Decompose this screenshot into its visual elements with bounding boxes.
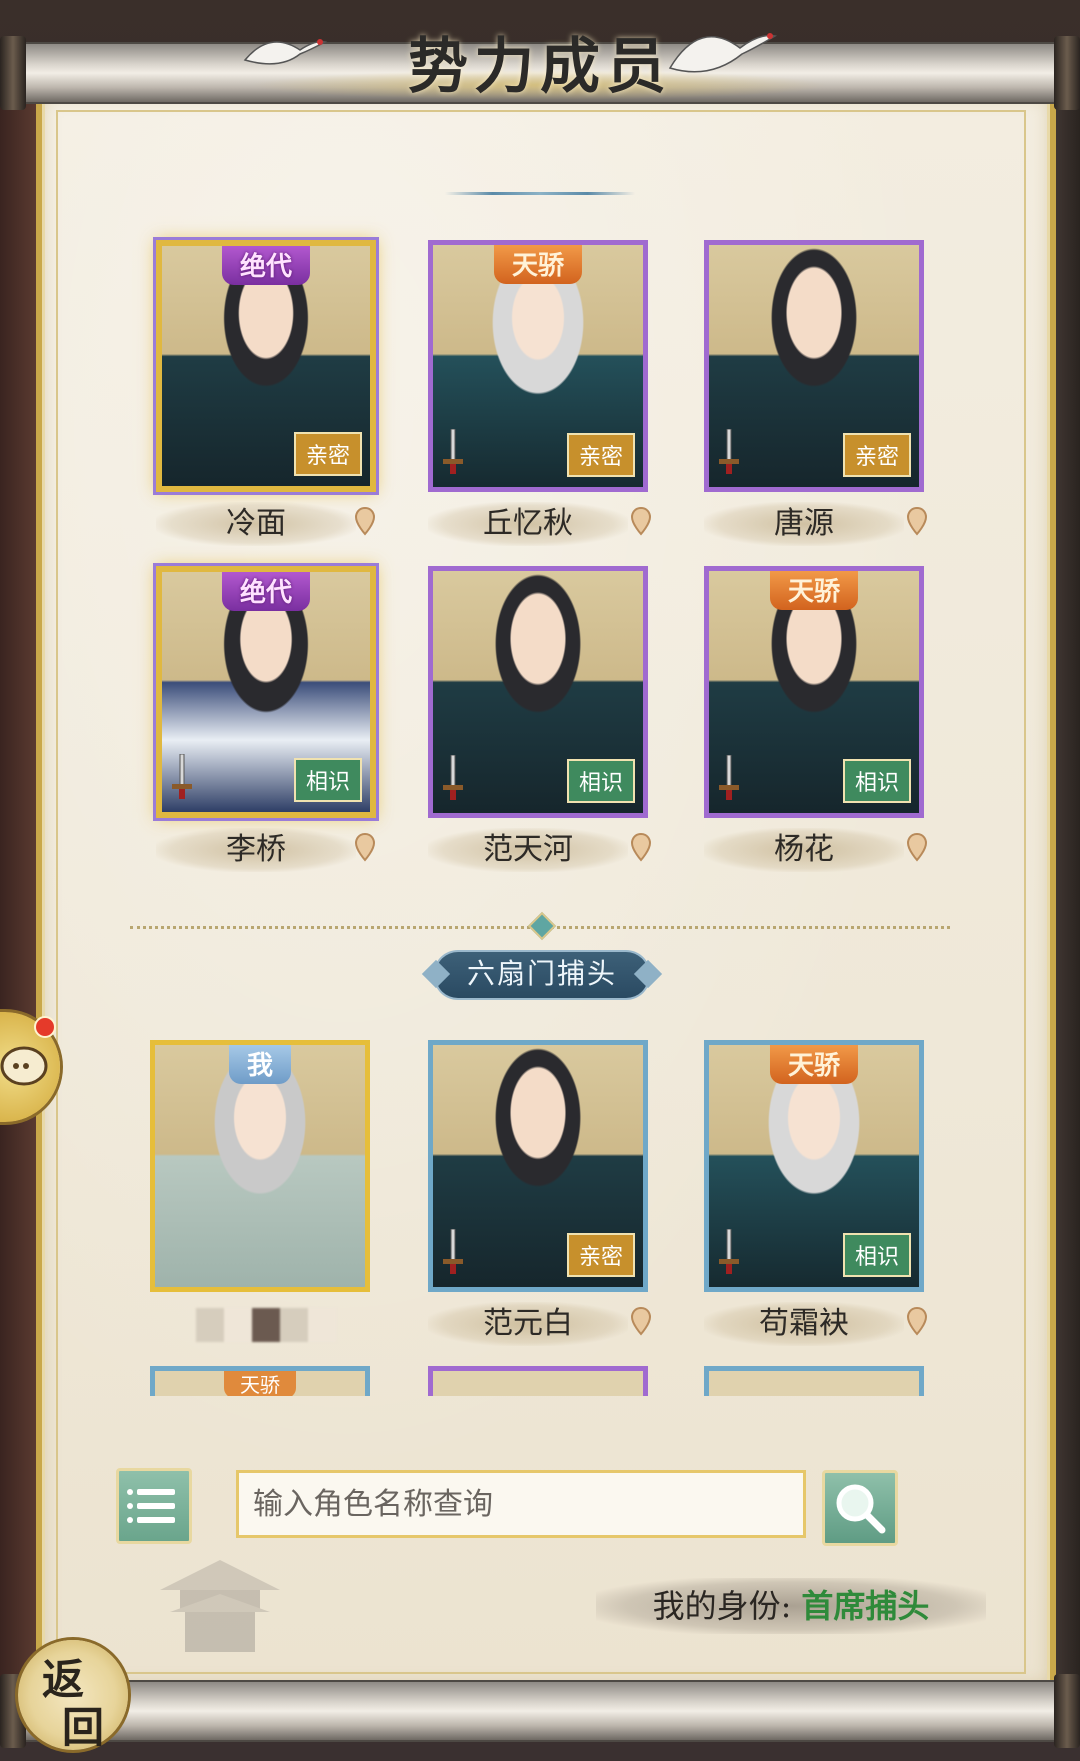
sword-icon — [443, 429, 463, 474]
member-name: 唐源 — [704, 502, 904, 546]
member-card[interactable]: 天骄 亲密 — [428, 240, 648, 492]
member-card-partial[interactable] — [428, 1366, 648, 1396]
rank-tag: 天骄 — [769, 1045, 859, 1084]
relation-badge: 亲密 — [842, 433, 911, 477]
location-pin-icon[interactable] — [906, 506, 928, 536]
relation-badge: 亲密 — [566, 1233, 635, 1277]
member-card-partial[interactable]: 天骄 — [150, 1366, 370, 1396]
crane-decoration-icon — [668, 33, 778, 73]
left-background-strip — [0, 100, 36, 1680]
rank-tag: 天骄 — [493, 245, 583, 284]
member-name: 范元白 — [428, 1302, 628, 1346]
member-card[interactable]: 亲密 — [704, 240, 924, 492]
location-pin-icon[interactable] — [630, 832, 652, 862]
member-name: 杨花 — [704, 828, 904, 872]
section-title: 六扇门捕头 — [434, 950, 650, 1000]
relation-badge: 相识 — [566, 759, 635, 803]
member-name: 冷面 — [156, 502, 356, 546]
sword-icon — [719, 429, 739, 474]
back-button[interactable]: 返 回 — [18, 1640, 128, 1752]
self-tag: 我 — [228, 1045, 292, 1084]
relation-badge: 相识 — [842, 759, 911, 803]
sword-icon — [719, 1229, 739, 1274]
sword-icon — [443, 1229, 463, 1274]
scroll-rod-bottom — [0, 1674, 1080, 1748]
tab-indicator-line — [445, 192, 635, 195]
member-name: 苟霜袂 — [704, 1302, 904, 1346]
identity-label: 我的身份: — [652, 1587, 792, 1625]
game-screen: 势力成员 绝代 亲密 冷面 天骄 亲密 丘忆秋 亲密 唐源 绝代 相识 李桥 相… — [0, 0, 1080, 1761]
list-menu-button[interactable] — [116, 1468, 192, 1544]
rank-tag: 天骄 — [769, 571, 859, 610]
sword-icon — [719, 755, 739, 800]
location-pin-icon[interactable] — [906, 832, 928, 862]
member-card-self[interactable]: 我 — [150, 1040, 370, 1292]
location-pin-icon[interactable] — [354, 832, 376, 862]
back-label-char-2: 回 — [62, 1703, 105, 1752]
relation-badge: 亲密 — [566, 433, 635, 477]
chat-bubble-icon — [0, 1046, 48, 1086]
pavilion-decoration-icon — [160, 1560, 280, 1652]
location-pin-icon[interactable] — [630, 1306, 652, 1336]
relation-badge: 相识 — [293, 758, 362, 802]
member-name: 范天河 — [428, 828, 628, 872]
crane-decoration-icon — [243, 39, 328, 65]
sword-icon — [172, 754, 192, 799]
member-card[interactable]: 相识 — [428, 566, 648, 818]
blurred-name — [196, 1308, 336, 1342]
relation-badge: 亲密 — [293, 432, 362, 476]
my-identity: 我的身份: 首席捕头 — [596, 1578, 986, 1634]
member-card[interactable]: 亲密 — [428, 1040, 648, 1292]
member-card[interactable]: 天骄 相识 — [704, 566, 924, 818]
member-name: 丘忆秋 — [428, 502, 628, 546]
member-card[interactable]: 天骄 相识 — [704, 1040, 924, 1292]
location-pin-icon[interactable] — [354, 506, 376, 536]
location-pin-icon[interactable] — [630, 506, 652, 536]
search-input[interactable] — [236, 1470, 806, 1538]
member-name: 李桥 — [156, 828, 356, 872]
member-card[interactable]: 绝代 相识 — [156, 566, 376, 818]
member-card[interactable]: 绝代 亲密 — [156, 240, 376, 492]
member-card-partial[interactable] — [704, 1366, 924, 1396]
sword-icon — [443, 755, 463, 800]
rank-tag: 绝代 — [221, 572, 311, 611]
magnifier-icon — [836, 1484, 886, 1534]
notification-dot — [34, 1016, 56, 1038]
search-button[interactable] — [822, 1470, 898, 1546]
location-pin-icon[interactable] — [906, 1306, 928, 1336]
rank-tag: 天骄 — [224, 1371, 296, 1396]
identity-value: 首席捕头 — [801, 1587, 930, 1625]
relation-badge: 相识 — [842, 1233, 911, 1277]
rank-tag: 绝代 — [221, 246, 311, 285]
